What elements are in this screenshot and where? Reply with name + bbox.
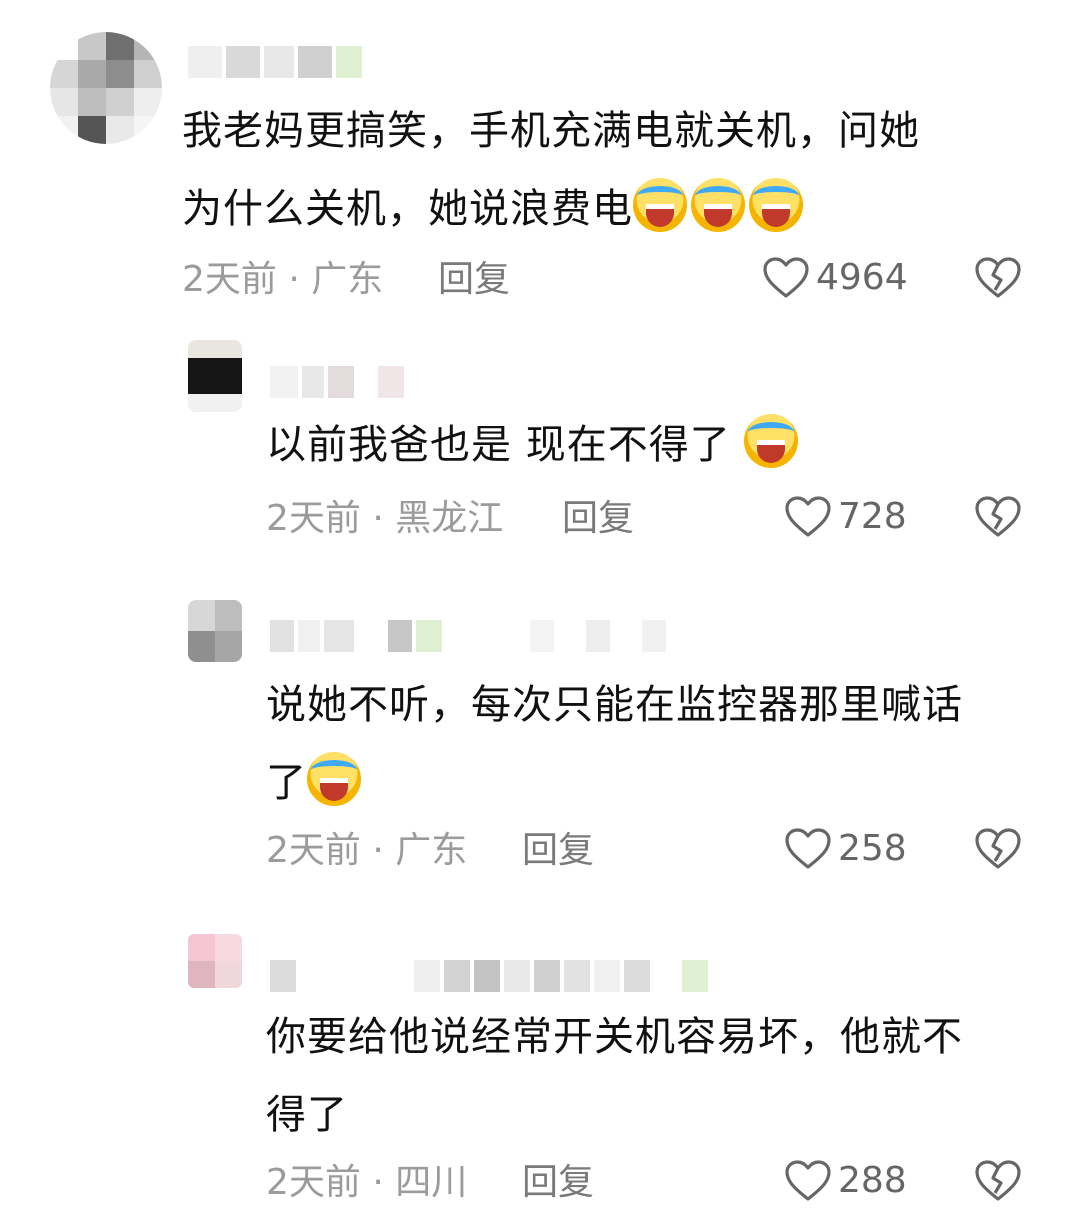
like-count: 4964 (816, 257, 908, 298)
dislike-button[interactable] (974, 827, 1022, 871)
comment-location: 广东 (395, 830, 468, 871)
like-button[interactable]: 288 (784, 1159, 907, 1203)
comment-text-line-with-emoji: 了 (266, 744, 963, 822)
comment-text: 你要给他说经常开关机容易坏，他就不 得了 (266, 998, 963, 1154)
comment-text: 我老妈更搞笑，手机充满电就关机，问她 为什么关机，她说浪费电 (182, 92, 920, 248)
username-blurred[interactable] (188, 44, 362, 80)
dislike-button[interactable] (974, 1159, 1022, 1203)
comment-time: 2天前 (266, 830, 361, 871)
comment-text-line: 了 (266, 760, 307, 806)
broken-heart-icon (975, 828, 1021, 869)
avatar[interactable] (50, 32, 162, 144)
comment-text-line: 为什么关机，她说浪费电 (182, 186, 633, 232)
comment-text-line-with-emoji: 为什么关机，她说浪费电 (182, 170, 920, 248)
comment-text-line: 说她不听，每次只能在监控器那里喊话 (266, 682, 963, 728)
reply-button[interactable]: 回复 (562, 497, 634, 541)
laughing-crying-emoji-icon (744, 414, 799, 468)
heart-outline-icon (763, 257, 809, 298)
reply-button[interactable]: 回复 (522, 829, 594, 873)
dislike-button[interactable] (974, 256, 1022, 300)
avatar[interactable] (188, 600, 242, 662)
comment-time: 2天前 (266, 498, 361, 539)
username-blurred[interactable] (270, 364, 404, 400)
laughing-crying-emoji-icon (749, 178, 803, 232)
comment-meta: 2天前 · 广东 (266, 830, 468, 871)
like-button[interactable]: 728 (784, 495, 907, 539)
comment-location: 四川 (395, 1162, 468, 1203)
like-button[interactable]: 4964 (762, 256, 908, 300)
comment-meta: 2天前 · 黑龙江 (266, 498, 504, 539)
comment-meta: 2天前 · 广东 (182, 259, 384, 300)
username-blurred[interactable] (270, 618, 666, 654)
broken-heart-icon (975, 257, 1021, 298)
heart-outline-icon (785, 496, 831, 537)
laughing-crying-emoji-icon (633, 178, 687, 232)
laughing-crying-emoji-icon (691, 178, 745, 232)
avatar[interactable] (188, 340, 242, 412)
comment-text: 以前我爸也是 现在不得了 (266, 406, 802, 484)
broken-heart-icon (975, 496, 1021, 537)
comment-text-line: 你要给他说经常开关机容易坏，他就不 (266, 1014, 963, 1060)
comment-text-line: 我老妈更搞笑，手机充满电就关机，问她 (182, 108, 920, 154)
like-count: 288 (838, 1160, 907, 1201)
username-blurred[interactable] (270, 958, 708, 994)
like-count: 258 (838, 828, 907, 869)
comment-time: 2天前 (266, 1162, 361, 1203)
comment-location: 黑龙江 (395, 498, 504, 539)
comment-text-line: 得了 (266, 1092, 348, 1138)
reply-button[interactable]: 回复 (522, 1161, 594, 1205)
avatar[interactable] (188, 934, 242, 988)
heart-outline-icon (785, 1160, 831, 1201)
comment-time: 2天前 (182, 259, 277, 300)
broken-heart-icon (975, 1160, 1021, 1201)
comment-text: 说她不听，每次只能在监控器那里喊话 了 (266, 666, 963, 822)
comment-text-line: 以前我爸也是 现在不得了 (266, 422, 731, 468)
dislike-button[interactable] (974, 495, 1022, 539)
heart-outline-icon (785, 828, 831, 869)
like-count: 728 (838, 496, 907, 537)
comment-meta: 2天前 · 四川 (266, 1162, 468, 1203)
comment-location: 广东 (311, 259, 384, 300)
reply-button[interactable]: 回复 (438, 258, 510, 302)
like-button[interactable]: 258 (784, 827, 907, 871)
laughing-crying-emoji-icon (307, 752, 361, 806)
